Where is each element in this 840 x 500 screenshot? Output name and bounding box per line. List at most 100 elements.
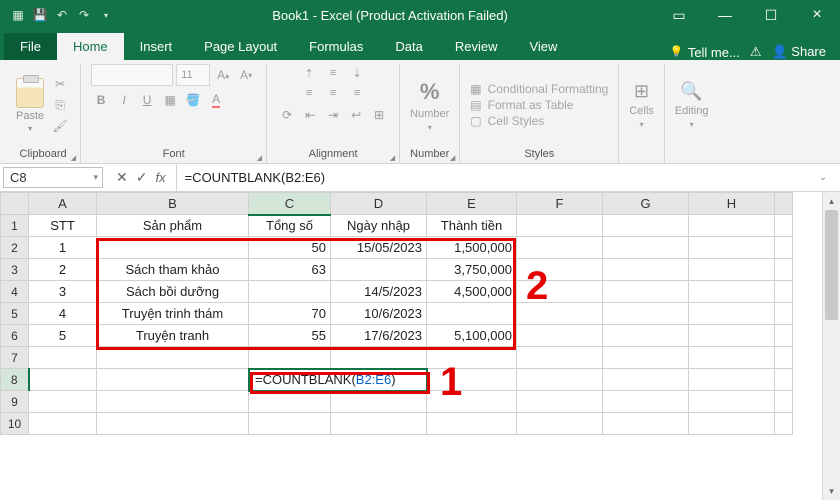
- tab-page-layout[interactable]: Page Layout: [188, 33, 293, 60]
- cell[interactable]: 2: [29, 259, 97, 281]
- decrease-indent-icon[interactable]: ⇤: [300, 106, 320, 124]
- cell[interactable]: [517, 391, 603, 413]
- grow-font-icon[interactable]: A▴: [213, 66, 233, 84]
- cell[interactable]: [331, 413, 427, 435]
- paste-button[interactable]: Paste ▾: [16, 78, 44, 133]
- cut-icon[interactable]: ✂: [50, 75, 70, 93]
- cell[interactable]: [689, 237, 775, 259]
- cell[interactable]: [689, 215, 775, 237]
- cell[interactable]: [517, 347, 603, 369]
- format-painter-icon[interactable]: 🖌: [50, 117, 70, 135]
- align-center-icon[interactable]: ≡: [322, 84, 344, 102]
- cell[interactable]: [603, 237, 689, 259]
- tab-review[interactable]: Review: [439, 33, 514, 60]
- col-header-E[interactable]: E: [427, 193, 517, 215]
- minimize-icon[interactable]: —: [702, 0, 748, 30]
- cell[interactable]: [689, 325, 775, 347]
- scroll-up-icon[interactable]: ▴: [823, 192, 840, 210]
- font-color-icon[interactable]: A: [206, 91, 226, 109]
- col-header-G[interactable]: G: [603, 193, 689, 215]
- format-as-table-button[interactable]: ▤ Format as Table: [470, 98, 608, 112]
- cell[interactable]: [603, 347, 689, 369]
- cell[interactable]: [29, 369, 97, 391]
- tab-view[interactable]: View: [513, 33, 573, 60]
- cell[interactable]: [517, 237, 603, 259]
- cell[interactable]: [689, 413, 775, 435]
- cell-styles-button[interactable]: ▢ Cell Styles: [470, 114, 608, 128]
- shrink-font-icon[interactable]: A▾: [236, 66, 256, 84]
- cell[interactable]: [427, 413, 517, 435]
- maximize-icon[interactable]: ☐: [748, 0, 794, 30]
- redo-icon[interactable]: ↷: [76, 7, 92, 23]
- col-header-A[interactable]: A: [29, 193, 97, 215]
- underline-icon[interactable]: U: [137, 91, 157, 109]
- copy-icon[interactable]: ⎘: [50, 96, 70, 114]
- cell[interactable]: [97, 391, 249, 413]
- row-header-4[interactable]: 4: [1, 281, 29, 303]
- font-name-selector[interactable]: [91, 64, 173, 86]
- cell[interactable]: [249, 413, 331, 435]
- name-box[interactable]: C8: [3, 167, 103, 188]
- cell[interactable]: [603, 259, 689, 281]
- undo-icon[interactable]: ↶: [54, 7, 70, 23]
- row-header-8[interactable]: 8: [1, 369, 29, 391]
- fill-color-icon[interactable]: 🪣: [183, 91, 203, 109]
- align-bottom-icon[interactable]: ⇣: [346, 64, 368, 82]
- row-header-7[interactable]: 7: [1, 347, 29, 369]
- tab-data[interactable]: Data: [379, 33, 438, 60]
- vertical-scrollbar[interactable]: ▴ ▾: [822, 192, 840, 500]
- cell[interactable]: [603, 369, 689, 391]
- cell[interactable]: [603, 325, 689, 347]
- warning-icon[interactable]: ⚠: [750, 44, 762, 60]
- scroll-down-icon[interactable]: ▾: [823, 482, 840, 500]
- cell[interactable]: [29, 413, 97, 435]
- cell[interactable]: Ngày nhập: [331, 215, 427, 237]
- align-left-icon[interactable]: ≡: [298, 84, 320, 102]
- cell[interactable]: [689, 281, 775, 303]
- cell[interactable]: Tổng số: [249, 215, 331, 237]
- cell[interactable]: 5: [29, 325, 97, 347]
- col-header-F[interactable]: F: [517, 193, 603, 215]
- tab-insert[interactable]: Insert: [124, 33, 189, 60]
- wrap-text-icon[interactable]: ↩: [346, 106, 366, 124]
- row-header-2[interactable]: 2: [1, 237, 29, 259]
- col-header-D[interactable]: D: [331, 193, 427, 215]
- cell[interactable]: [689, 369, 775, 391]
- tab-formulas[interactable]: Formulas: [293, 33, 379, 60]
- row-header-9[interactable]: 9: [1, 391, 29, 413]
- editing-button[interactable]: 🔍 Editing ▾: [675, 81, 709, 129]
- cell[interactable]: [603, 303, 689, 325]
- border-icon[interactable]: ▦: [160, 91, 180, 109]
- scroll-thumb[interactable]: [825, 210, 838, 320]
- share-button[interactable]: 👤 Share: [771, 44, 826, 60]
- align-right-icon[interactable]: ≡: [346, 84, 368, 102]
- row-header-5[interactable]: 5: [1, 303, 29, 325]
- cell[interactable]: [97, 369, 249, 391]
- qat-dropdown-icon[interactable]: ▾: [98, 7, 114, 23]
- cell[interactable]: 4: [29, 303, 97, 325]
- cell[interactable]: 1: [29, 237, 97, 259]
- cell[interactable]: [689, 347, 775, 369]
- cell[interactable]: [97, 413, 249, 435]
- spreadsheet-grid[interactable]: A B C D E F G H 1 STT Sản phẩm Tổng số N…: [0, 192, 840, 500]
- cells-button[interactable]: ⊞ Cells ▾: [629, 81, 653, 129]
- cell[interactable]: [689, 259, 775, 281]
- cell[interactable]: [517, 325, 603, 347]
- cell[interactable]: STT: [29, 215, 97, 237]
- bold-icon[interactable]: B: [91, 91, 111, 109]
- ribbon-options-icon[interactable]: ▭: [656, 0, 702, 30]
- col-header-C[interactable]: C: [249, 193, 331, 215]
- cell[interactable]: [29, 347, 97, 369]
- row-header-1[interactable]: 1: [1, 215, 29, 237]
- cell[interactable]: Sản phẩm: [97, 215, 249, 237]
- merge-icon[interactable]: ⊞: [369, 106, 389, 124]
- cell[interactable]: [603, 391, 689, 413]
- formula-input[interactable]: =COUNTBLANK(B2:E6) ⌄: [176, 164, 840, 191]
- cancel-formula-icon[interactable]: ✕: [116, 169, 128, 186]
- increase-indent-icon[interactable]: ⇥: [323, 106, 343, 124]
- orientation-icon[interactable]: ⟳: [277, 106, 297, 124]
- cell[interactable]: [603, 215, 689, 237]
- cell[interactable]: [689, 303, 775, 325]
- align-top-icon[interactable]: ⇡: [298, 64, 320, 82]
- font-size-selector[interactable]: 11: [176, 64, 210, 86]
